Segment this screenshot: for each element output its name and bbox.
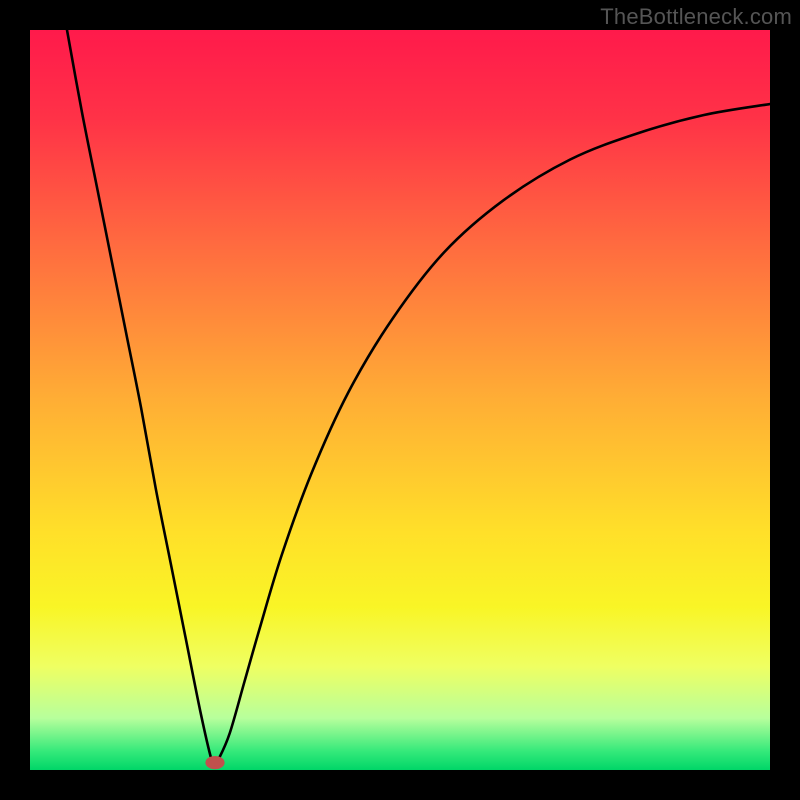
- plot-area: [30, 30, 770, 770]
- chart-svg: [30, 30, 770, 770]
- minimum-marker: [205, 756, 224, 769]
- chart-frame: TheBottleneck.com: [0, 0, 800, 800]
- watermark-text: TheBottleneck.com: [600, 4, 792, 30]
- gradient-bg: [30, 30, 770, 770]
